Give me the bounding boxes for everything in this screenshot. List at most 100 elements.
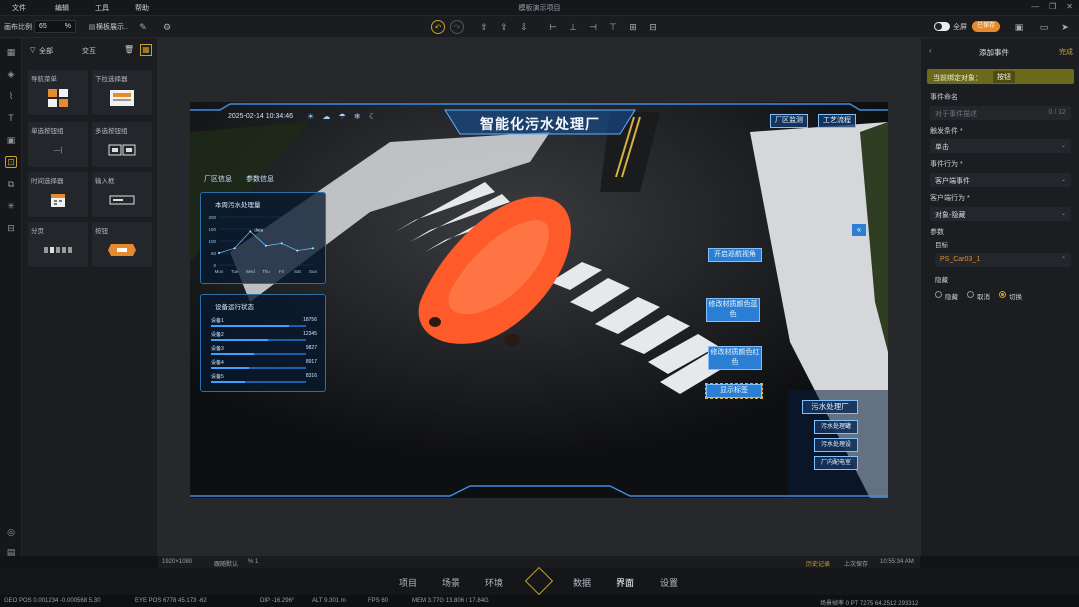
preview-icon[interactable]: ▭ [1037,20,1051,34]
media-icon[interactable]: ⧉ [5,178,17,190]
align-right-icon[interactable]: ⊣ [586,20,600,34]
client-action-select[interactable]: 对象-隐藏 ⌄ [930,207,1071,221]
text-icon[interactable]: T [5,112,17,124]
upload-icon[interactable]: ⇧ [477,20,491,34]
scale-input[interactable]: 65% [34,20,76,33]
saved-badge[interactable]: 已保存 [972,21,1000,32]
nav-data[interactable]: 数据 [573,576,591,589]
plant-item-facility[interactable]: 污水处理设 [814,438,858,452]
radio-button[interactable] [999,291,1006,298]
tab-param-info[interactable]: 参数信息 [246,174,274,184]
fullscreen-toggle[interactable] [934,22,950,31]
component-tabs: ▽ 全部 交互 🗑 ▦ [28,44,152,57]
settings-icon[interactable]: ⚙ [160,20,174,34]
equipment-bar-fill [211,367,249,369]
fit-readout[interactable]: 跟随默认 [214,559,238,568]
tab-interact[interactable]: 交互 [82,46,96,56]
window-controls: — ❐ ✕ [1031,2,1073,11]
align-top-icon[interactable]: ⊤ [606,20,620,34]
tile-nav-menu[interactable]: 导航菜单 [28,70,88,115]
menu-edit[interactable]: 编辑 [55,3,69,13]
plant-item-power-room[interactable]: 厂内配电室 [814,456,858,470]
radio-button[interactable] [967,291,974,298]
back-icon[interactable]: ‹ [929,46,932,55]
x-tick-label: Wed [246,269,256,274]
tile-pagination[interactable]: 分页 [28,222,88,267]
publish-icon[interactable]: ➤ [1058,20,1072,34]
menu-help[interactable]: 帮助 [135,3,149,13]
tile-button[interactable]: 按钮 [92,222,152,267]
plant-title[interactable]: 污水处理厂 [802,400,858,414]
chart-icon[interactable]: ⌇ [5,90,17,102]
plant-item-tank[interactable]: 污水处理罐 [814,420,858,434]
nav-interface[interactable]: 界面 [616,576,634,589]
trash-icon[interactable]: 🗑 [124,45,134,54]
group-icon[interactable]: ⊟ [646,20,660,34]
equipment-bar-fill [211,325,289,327]
tile-checkbox-group[interactable]: 多选按钮组 [92,122,152,167]
btn-plant-monitor[interactable]: 厂区监测 [770,114,808,128]
radio-button[interactable] [935,291,942,298]
interact-icon[interactable]: ⊡ [5,156,17,168]
btn-process-flow[interactable]: 工艺流程 [818,114,856,128]
scene-datetime: 2025-02-14 10:34:46 [228,113,293,120]
pin-icon[interactable]: ✎ [136,20,150,34]
nav-settings[interactable]: 设置 [660,576,678,589]
target-select[interactable]: PS_Car03_1 ⌃ [935,253,1071,267]
align-center-icon[interactable]: ⊥ [566,20,580,34]
widget-icon[interactable]: ⊟ [5,222,17,234]
scene-title: 智能化污水处理厂 [480,116,600,132]
bottom-nav: 项目 场景 环境 数据 界面 设置 [0,566,1079,596]
menu-file[interactable]: 文件 [12,3,26,13]
scene-stage[interactable]: 2025-02-14 10:34:46 ☀ ☁ ☂ ❄ ☾ 智能化污水处理厂 厂… [190,102,888,498]
center-logo-icon[interactable] [524,566,554,596]
nav-project[interactable]: 项目 [399,576,417,589]
layers-icon[interactable]: ▦ [5,46,17,58]
help-icon[interactable]: ◎ [5,526,17,538]
collapse-arrow-icon[interactable]: « [852,224,866,236]
stack-icon[interactable]: ◈ [5,68,17,80]
btn-show-label[interactable]: 显示标签 [705,383,763,399]
btn-color-blue[interactable]: 修改材质颜色蓝色 [706,298,760,322]
minimize-icon[interactable]: — [1031,2,1039,11]
nav-environment[interactable]: 环境 [485,576,503,589]
distribute-icon[interactable]: ⊞ [626,20,640,34]
event-name-input[interactable]: 对于事件描述 0 / 12 [930,106,1071,120]
equipment-bar [211,367,306,369]
redo-button[interactable]: ↷ [450,20,464,34]
data-point [280,242,283,245]
grid-view-icon[interactable]: ▦ [140,44,152,56]
download-icon[interactable]: ⇩ [517,20,531,34]
save-icon[interactable]: ▣ [1012,20,1026,34]
close-icon[interactable]: ✕ [1066,2,1073,11]
nav-scene[interactable]: 场景 [442,576,460,589]
pagination-icon [28,239,88,261]
image-icon[interactable]: ▣ [5,134,17,146]
trigger-label: 触发条件 * [930,128,963,135]
history-button[interactable]: 历史记录 [806,559,830,568]
tab-plant-info[interactable]: 厂区信息 [204,174,232,184]
menu-tools[interactable]: 工具 [95,3,109,13]
dip-readout: DIP -16.296° [260,598,295,604]
restore-icon[interactable]: ❐ [1049,2,1056,11]
undo-button[interactable]: ↶ [431,20,445,34]
share-icon[interactable]: ⇪ [497,20,511,34]
grid-icon [28,87,88,109]
info-icon[interactable]: ▤ [5,546,17,558]
equipment-name: 设备3 [211,346,224,352]
tile-dropdown[interactable]: 下拉选择器 [92,70,152,115]
btn-color-red[interactable]: 修改材质颜色红色 [708,346,762,370]
action-select[interactable]: 客户端事件 ⌄ [930,173,1071,187]
effect-icon[interactable]: ✳ [5,200,17,212]
trigger-select[interactable]: 单击 ⌄ [930,139,1071,153]
align-left-icon[interactable]: ⊢ [546,20,560,34]
tab-all[interactable]: 全部 [39,46,53,56]
tile-input[interactable]: 输入框 [92,172,152,217]
data-point [233,247,236,250]
display-mode-select[interactable]: 横板展示.. [96,22,128,32]
tile-date-picker[interactable]: 时间选择器 [28,172,88,217]
btn-cruise-view[interactable]: 开启巡航视角 [708,248,762,262]
tile-radio-group[interactable]: 单选按钮组 —| [28,122,88,167]
done-button[interactable]: 完成 [1059,47,1073,57]
editor-canvas[interactable]: 2025-02-14 10:34:46 ☀ ☁ ☂ ❄ ☾ 智能化污水处理厂 厂… [158,38,1038,556]
